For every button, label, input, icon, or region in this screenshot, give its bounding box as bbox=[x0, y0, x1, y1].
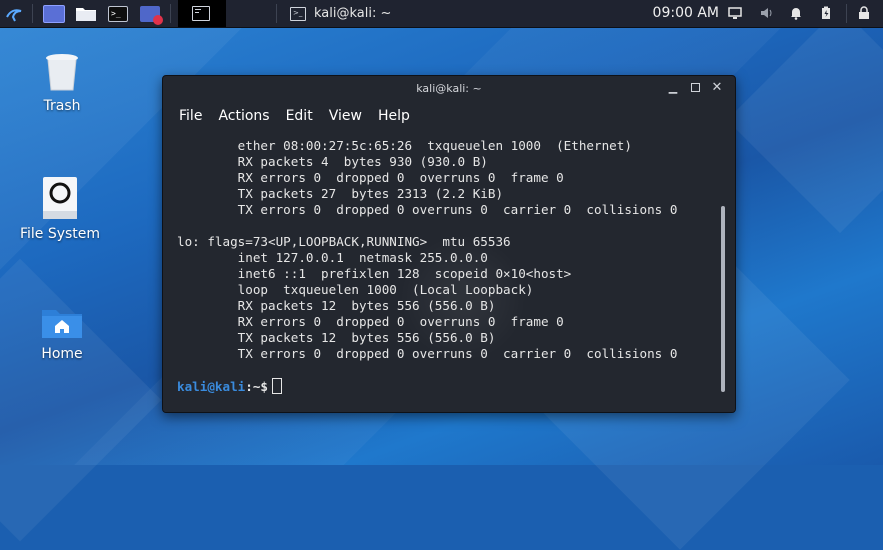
menu-view[interactable]: View bbox=[321, 102, 370, 130]
terminal-menubar: File Actions Edit View Help bbox=[163, 102, 735, 130]
desktop-icon-home[interactable]: Home bbox=[12, 306, 112, 362]
panel-separator bbox=[32, 4, 33, 23]
terminal-output[interactable]: ether 08:00:27:5c:65:26 txqueuelen 1000 … bbox=[163, 130, 735, 412]
taskbar-window-title: kali@kali: ~ bbox=[314, 6, 392, 21]
output-line: RX errors 0 dropped 0 overruns 0 frame 0 bbox=[177, 170, 564, 185]
close-icon[interactable]: ✕ bbox=[710, 81, 724, 95]
kali-menu-icon[interactable] bbox=[2, 0, 26, 27]
output-line: TX packets 27 bytes 2313 (2.2 KiB) bbox=[177, 186, 504, 201]
menu-edit[interactable]: Edit bbox=[278, 102, 321, 130]
terminal-window[interactable]: kali@kali: ~ ▁ ✕ File Actions Edit View … bbox=[162, 75, 736, 413]
output-line: RX packets 4 bytes 930 (930.0 B) bbox=[177, 154, 488, 169]
output-line: inet6 ::1 prefixlen 128 scopeid 0×10<hos… bbox=[177, 266, 572, 281]
terminal-task-icon: >_ bbox=[290, 6, 306, 21]
output-line: RX errors 0 dropped 0 overruns 0 frame 0 bbox=[177, 314, 564, 329]
output-line: TX packets 12 bytes 556 (556.0 B) bbox=[177, 330, 496, 345]
minimize-icon[interactable]: ▁ bbox=[666, 81, 680, 95]
wallpaper-facet bbox=[0, 258, 162, 542]
display-icon[interactable] bbox=[728, 6, 742, 20]
wallpaper-facet bbox=[726, 6, 883, 234]
prompt-line[interactable]: kali@kali:~$ bbox=[177, 378, 282, 394]
notification-bell-icon[interactable] bbox=[789, 6, 803, 20]
output-line: ether 08:00:27:5c:65:26 txqueuelen 1000 … bbox=[177, 138, 632, 153]
desktop-icon-file-system[interactable]: File System bbox=[10, 176, 110, 242]
battery-icon[interactable] bbox=[819, 6, 833, 20]
trash-icon bbox=[45, 52, 79, 92]
window-title: kali@kali: ~ bbox=[416, 82, 482, 95]
desktop-icon-label: Home bbox=[41, 346, 83, 362]
output-line: lo: flags=73<UP,LOOPBACK,RUNNING> mtu 65… bbox=[177, 234, 511, 249]
maximize-icon[interactable] bbox=[688, 81, 702, 95]
terminal-scrollbar[interactable] bbox=[721, 206, 725, 392]
output-line: inet 127.0.0.1 netmask 255.0.0.0 bbox=[177, 250, 488, 265]
prompt-user: kali@kali bbox=[177, 379, 246, 394]
desktop-icon-trash[interactable]: Trash bbox=[12, 52, 112, 114]
prompt-path: :~$ bbox=[245, 379, 268, 394]
screen-recorder-icon[interactable] bbox=[136, 0, 164, 27]
window-titlebar[interactable]: kali@kali: ~ bbox=[163, 76, 735, 102]
menu-file[interactable]: File bbox=[171, 102, 210, 130]
desktop-icon-label: File System bbox=[19, 226, 101, 242]
output-line: loop txqueuelen 1000 (Local Loopback) bbox=[177, 282, 534, 297]
show-desktop-icon[interactable] bbox=[40, 0, 68, 27]
hard-drive-icon bbox=[42, 176, 78, 220]
output-line: TX errors 0 dropped 0 overruns 0 carrier… bbox=[177, 346, 678, 361]
desktop-icon-label: Trash bbox=[43, 98, 81, 114]
output-line: RX packets 12 bytes 556 (556.0 B) bbox=[177, 298, 496, 313]
lock-screen-icon[interactable] bbox=[857, 6, 871, 20]
workspace-switcher[interactable] bbox=[178, 0, 226, 27]
panel-separator bbox=[170, 4, 171, 23]
top-panel: >_ >_ kali@kali: ~ 09:00 AM bbox=[0, 0, 883, 28]
taskbar-terminal-window[interactable]: >_ kali@kali: ~ bbox=[282, 0, 502, 27]
volume-muted-icon[interactable] bbox=[760, 6, 774, 20]
menu-help[interactable]: Help bbox=[370, 102, 418, 130]
panel-separator bbox=[276, 4, 277, 23]
home-folder-icon bbox=[40, 306, 84, 340]
file-manager-icon[interactable] bbox=[72, 0, 100, 27]
clock[interactable]: 09:00 AM bbox=[653, 0, 719, 27]
menu-actions[interactable]: Actions bbox=[210, 102, 277, 130]
output-line: TX errors 0 dropped 0 overruns 0 carrier… bbox=[177, 202, 678, 217]
terminal-launcher-icon[interactable]: >_ bbox=[104, 0, 132, 27]
text-cursor bbox=[272, 378, 282, 394]
panel-separator bbox=[846, 4, 847, 23]
